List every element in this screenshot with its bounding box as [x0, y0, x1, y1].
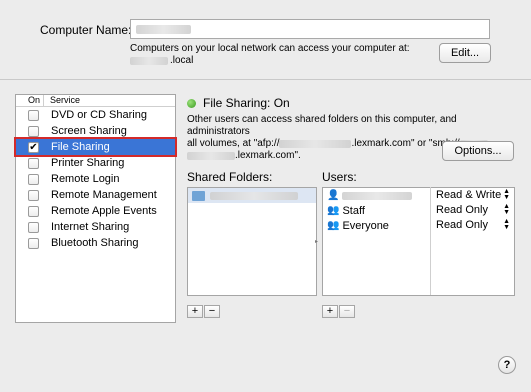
service-list-header: On Service	[16, 95, 175, 107]
group-icon: 👥	[327, 220, 340, 231]
edit-button[interactable]: Edit...	[439, 43, 491, 63]
computer-address: .local	[130, 55, 193, 66]
redacted-smb-host-2	[187, 152, 235, 160]
service-checkbox[interactable]	[28, 173, 39, 185]
description-line-1: Other users can access shared folders on…	[187, 114, 457, 137]
service-checkbox[interactable]	[28, 125, 39, 137]
service-checkbox[interactable]	[28, 189, 39, 201]
local-suffix: .local	[170, 55, 194, 66]
help-button[interactable]: ?	[498, 356, 516, 374]
service-row[interactable]: Remote Login	[16, 171, 175, 187]
service-checkbox[interactable]	[28, 109, 39, 121]
service-checkbox[interactable]	[28, 221, 39, 233]
service-row[interactable]: Remote Management	[16, 187, 175, 203]
folder-icon	[192, 190, 205, 201]
user-name: Staff	[342, 204, 365, 217]
service-row[interactable]: Printer Sharing	[16, 155, 175, 171]
service-row[interactable]: Remote Apple Events	[16, 203, 175, 219]
service-row[interactable]: Internet Sharing	[16, 219, 175, 235]
users-label: Users:	[322, 170, 357, 184]
shared-folders-list[interactable]: ▸	[187, 187, 318, 296]
computer-name-section	[0, 0, 531, 79]
permission-value: Read Only	[436, 203, 488, 216]
redacted-hostname	[130, 56, 168, 65]
redacted-name	[136, 25, 191, 34]
shared-folders-label: Shared Folders:	[187, 170, 273, 184]
options-button[interactable]: Options...	[442, 141, 514, 161]
section-divider	[0, 79, 531, 80]
shared-folder-item[interactable]	[188, 188, 316, 203]
service-row[interactable]: Bluetooth Sharing	[16, 235, 175, 251]
redacted-afp-host	[279, 140, 352, 148]
service-row[interactable]: DVD or CD Sharing	[16, 107, 175, 123]
popup-arrows-icon: ▲ ▼	[503, 217, 510, 231]
user-icon: 👤	[327, 190, 340, 201]
service-checkbox[interactable]	[28, 205, 39, 217]
redacted-user-name	[342, 191, 413, 200]
permission-popup[interactable]: Read Only ▲ ▼	[431, 202, 515, 217]
remove-folder-button[interactable]: −	[204, 305, 220, 318]
status-title: File Sharing: On	[203, 96, 290, 110]
service-row[interactable]: ✔ File Sharing	[14, 137, 177, 157]
service-row[interactable]: Screen Sharing	[16, 123, 175, 139]
popup-arrows-icon: ▲ ▼	[503, 187, 510, 201]
service-label: Screen Sharing	[51, 125, 127, 137]
permission-popup[interactable]: Read & Write ▲ ▼	[431, 187, 515, 202]
user-name: Everyone	[342, 219, 389, 232]
service-label: Bluetooth Sharing	[51, 237, 139, 249]
permission-value: Read & Write	[436, 188, 502, 201]
file-sharing-status: File Sharing: On	[187, 96, 290, 110]
service-label: Internet Sharing	[51, 221, 130, 233]
smb-suffix: .lexmark.com".	[235, 150, 301, 161]
permissions-column: Read & Write ▲ ▼ Read Only ▲ ▼ Read Only ▲ ▼	[430, 187, 515, 295]
afp-prefix: all volumes, at "afp://	[187, 138, 280, 149]
permission-popup[interactable]: Read Only ▲ ▼	[431, 217, 515, 232]
service-label: File Sharing	[51, 141, 110, 153]
computer-name-field[interactable]	[130, 19, 490, 39]
service-label: Remote Management	[51, 189, 157, 201]
popup-arrows-icon: ▲ ▼	[503, 202, 510, 216]
add-folder-button[interactable]: +	[187, 305, 203, 318]
service-checkbox[interactable]	[28, 237, 39, 249]
on-column-header[interactable]: On	[16, 95, 44, 106]
service-label: Remote Login	[51, 173, 120, 185]
remove-user-button[interactable]: −	[339, 305, 355, 318]
service-column-header[interactable]: Service	[44, 95, 80, 106]
service-checkbox[interactable]	[28, 157, 39, 169]
service-checkbox[interactable]: ✔	[28, 141, 39, 153]
computer-name-label: Computer Name:	[40, 23, 132, 37]
service-label: DVD or CD Sharing	[51, 109, 147, 121]
computer-address-note: Computers on your local network can acce…	[130, 43, 410, 54]
resize-handle[interactable]: ▸	[315, 238, 318, 245]
redacted-folder-name	[210, 191, 298, 200]
service-label: Remote Apple Events	[51, 205, 157, 217]
group-icon: 👥	[327, 205, 340, 216]
service-label: Printer Sharing	[51, 157, 125, 169]
status-on-icon	[187, 98, 196, 108]
service-list: On Service DVD or CD Sharing Screen Shari…	[14, 94, 177, 323]
add-user-button[interactable]: +	[322, 305, 338, 318]
permission-value: Read Only	[436, 218, 488, 231]
